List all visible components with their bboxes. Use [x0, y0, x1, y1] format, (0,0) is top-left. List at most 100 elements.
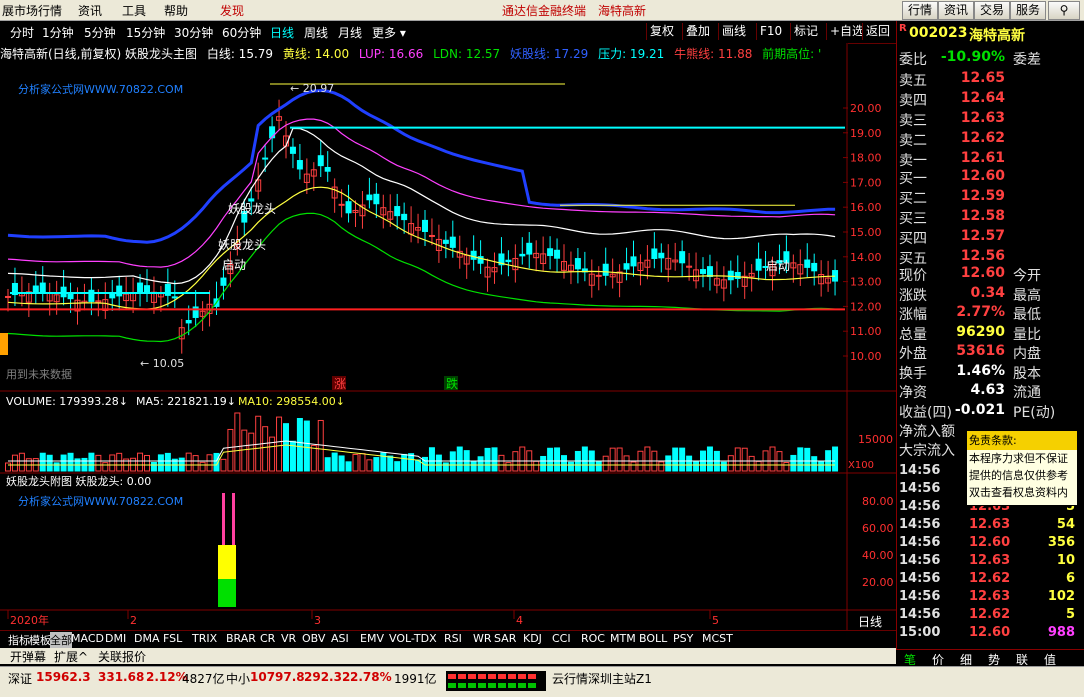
period-60min[interactable]: 60分钟	[222, 24, 261, 41]
volume-unit: X100	[848, 460, 874, 471]
indicator-tab[interactable]: MTM	[610, 632, 636, 645]
indicator-tab[interactable]: OBV	[302, 632, 325, 645]
volume-bar	[470, 460, 477, 472]
indicator-tab[interactable]: KDJ	[523, 632, 542, 645]
bid-row[interactable]: 买四 12.57	[899, 228, 1083, 247]
disclaimer-tooltip[interactable]: 免责条款: 本程序力求但不保证 提供的信息仅供参考 双击查看权息资料内	[966, 430, 1078, 506]
sub-panel-title: 妖股龙头附图 妖股龙头: 0.00	[6, 474, 151, 488]
tick-row: 15:00 12.60 988	[899, 625, 1079, 643]
indicator-tab[interactable]: BOLL	[639, 632, 667, 645]
zx-index-change: 292.32	[304, 670, 351, 684]
period-weekly[interactable]: 周线	[304, 24, 328, 41]
indicator-tab[interactable]: 全部	[50, 632, 72, 648]
period-5min[interactable]: 5分钟	[84, 24, 116, 41]
indicator-tab[interactable]: PSY	[673, 632, 693, 645]
ask-row[interactable]: 卖三 12.63	[899, 110, 1083, 129]
indicator-tab[interactable]: FSL	[163, 632, 182, 645]
indicator-tab[interactable]: EMV	[360, 632, 384, 645]
indicator-tab[interactable]: MCST	[702, 632, 733, 645]
indicator-tab[interactable]: SAR	[494, 632, 516, 645]
overlay-button[interactable]: 叠加	[682, 23, 714, 40]
menu-discover[interactable]: 发现	[220, 2, 244, 19]
tick-volume: 54	[1056, 517, 1075, 532]
search-icon[interactable]: ⚲	[1048, 1, 1080, 20]
adjust-button[interactable]: 复权	[646, 23, 678, 40]
menu-tools[interactable]: 工具	[122, 2, 146, 19]
tick-time: 14:56	[899, 553, 941, 568]
period-daily[interactable]: 日线	[270, 24, 294, 41]
ask-row[interactable]: 卖一 12.61	[899, 150, 1083, 169]
period-1min[interactable]: 1分钟	[42, 24, 74, 41]
f10-button[interactable]: F10	[756, 23, 786, 40]
indicator-tab[interactable]: MACD	[71, 632, 104, 645]
related-quotes-tab[interactable]: 关联报价	[98, 648, 146, 665]
y-tick-label: 17.00	[850, 176, 882, 189]
news-button[interactable]: 资讯	[938, 1, 974, 20]
chevron-down-icon: ▾	[399, 26, 406, 40]
candle-body	[338, 203, 345, 206]
volume-y-tick: 15000	[858, 433, 893, 446]
period-timeline[interactable]: 分时	[10, 24, 34, 41]
kline-chart[interactable]: 20.00 19.00 18.00 17.00 16.00 15.00 14.00 13.00…	[0, 43, 896, 630]
indicator-tab[interactable]: CCI	[552, 632, 571, 645]
indicator-tab[interactable]: DMA	[134, 632, 160, 645]
period-monthly[interactable]: 月线	[338, 24, 362, 41]
period-15min[interactable]: 15分钟	[126, 24, 165, 41]
expand-toggle[interactable]: 扩展^	[54, 648, 88, 665]
draw-line-button[interactable]: 画线	[718, 23, 750, 40]
indicator-tab[interactable]: VOL-TDX	[389, 632, 437, 645]
indicator-tab[interactable]: CR	[260, 632, 275, 645]
quote-button[interactable]: 行情	[902, 1, 938, 20]
menu-news[interactable]: 资讯	[78, 2, 102, 19]
ask-price: 12.65	[960, 70, 1005, 86]
zx-index-pct: 2.78%	[350, 670, 392, 684]
indicator-tab[interactable]: BRAR	[226, 632, 256, 645]
ask-price: 12.64	[960, 90, 1005, 106]
stat-value: 0.34	[970, 284, 1005, 301]
indicator-tab[interactable]: TRIX	[192, 632, 217, 645]
weibi-value: -10.90%	[940, 49, 1005, 65]
ask-row[interactable]: 卖四 12.64	[899, 90, 1083, 109]
volume-bar	[804, 447, 811, 472]
volume-bar	[832, 446, 839, 472]
mark-button[interactable]: 标记	[790, 23, 822, 40]
trade-button[interactable]: 交易	[974, 1, 1010, 20]
stat-value: 2.77%	[956, 304, 1005, 320]
danmu-toggle[interactable]: 开弹幕	[10, 648, 46, 665]
bid-row[interactable]: 买二 12.59	[899, 188, 1083, 207]
indicator-tab[interactable]: 模板	[29, 632, 51, 648]
tick-time: 15:00	[899, 625, 941, 640]
y-tick-label: 19.00	[850, 127, 882, 140]
menu-help[interactable]: 帮助	[164, 2, 188, 19]
server-label[interactable]: 云行情深圳主站Z1	[552, 670, 652, 687]
bid-row[interactable]: 买三 12.58	[899, 208, 1083, 227]
indicator-tab[interactable]: VR	[281, 632, 296, 645]
chart-title: 海特高新(日线,前复权) 妖股龙头主图	[0, 47, 197, 60]
candle-body	[171, 296, 178, 299]
indicator-tab[interactable]: ROC	[581, 632, 605, 645]
indicator-tab[interactable]: 指标	[8, 632, 30, 648]
candle-body	[623, 263, 630, 270]
indicator-tab[interactable]: ASI	[331, 632, 349, 645]
ask-row[interactable]: 卖五 12.65	[899, 70, 1083, 89]
ask-label: 卖四	[899, 93, 927, 109]
ask-price: 12.62	[960, 130, 1005, 146]
info-white-line: 白线: 15.79	[206, 47, 274, 60]
sz-amount: 4827亿	[182, 672, 225, 686]
period-more[interactable]: 更多 ▾	[372, 24, 406, 41]
ask-row[interactable]: 卖二 12.62	[899, 130, 1083, 149]
menu-market[interactable]: 展市场行情	[2, 2, 62, 19]
period-30min[interactable]: 30分钟	[174, 24, 213, 41]
disclaimer-line: 本程序力求但不保证	[969, 452, 1068, 465]
service-button[interactable]: 服务	[1010, 1, 1046, 20]
indicator-tab[interactable]: RSI	[444, 632, 462, 645]
bid-price: 12.59	[960, 188, 1005, 204]
bid-row[interactable]: 买一 12.60	[899, 168, 1083, 187]
volume-bar	[720, 461, 727, 472]
add-watchlist-button[interactable]: +自选	[826, 23, 868, 40]
y-tick-label: 18.00	[850, 152, 882, 165]
indicator-tab[interactable]: WR	[473, 632, 492, 645]
back-button[interactable]: 返回	[862, 23, 894, 40]
volume-bar	[394, 461, 401, 472]
indicator-tab[interactable]: DMI	[105, 632, 126, 645]
